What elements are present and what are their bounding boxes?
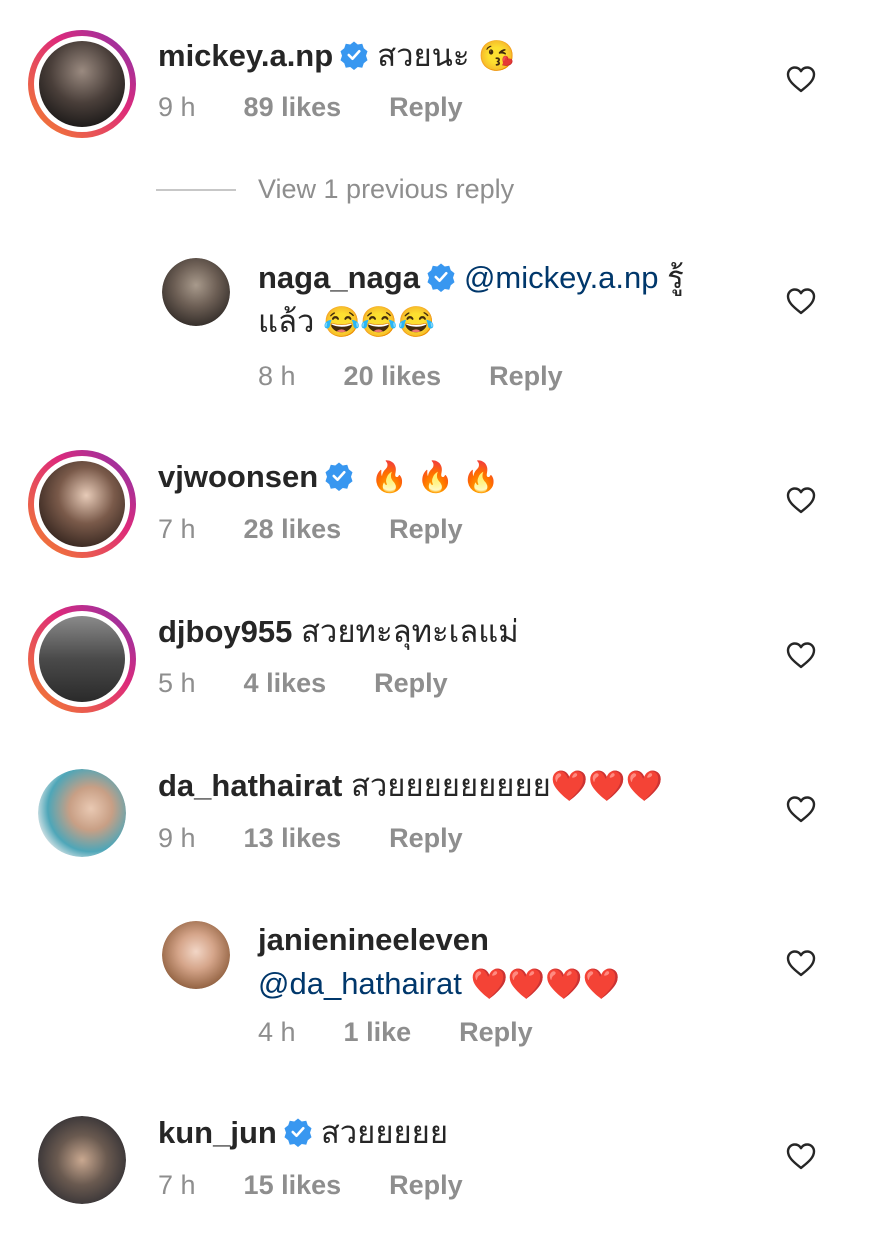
mention-link[interactable]: @da_hathairat: [258, 966, 462, 1001]
likes-count[interactable]: 20 likes: [344, 361, 442, 391]
avatar[interactable]: [38, 1116, 126, 1204]
likes-count[interactable]: 89 likes: [244, 92, 342, 122]
reply-button[interactable]: Reply: [389, 514, 463, 544]
avatar[interactable]: [28, 605, 136, 713]
verified-badge-icon: [284, 1118, 312, 1147]
comment-meta: 8 h 20 likes Reply: [258, 359, 611, 393]
username[interactable]: vjwoonsen: [158, 459, 318, 494]
comment-text: mickey.a.np สวยนะ 😘: [158, 34, 516, 79]
reply-button[interactable]: Reply: [389, 1170, 463, 1200]
comment-text: janienineeleven @da_hathairat ❤️❤️❤️❤️: [258, 918, 620, 1007]
username[interactable]: janienineeleven: [258, 922, 489, 957]
comment-text: da_hathairat สวยยยยยยยยย❤️❤️❤️: [158, 764, 663, 809]
emoji: ❤️❤️❤️: [550, 770, 663, 803]
timestamp: 7 h: [158, 514, 196, 544]
username[interactable]: da_hathairat: [158, 768, 342, 803]
heart-outline-icon[interactable]: [785, 64, 817, 94]
avatar[interactable]: [162, 258, 230, 326]
emoji: 😂😂😂: [323, 306, 436, 339]
likes-count[interactable]: 28 likes: [244, 514, 342, 544]
likes-count[interactable]: 13 likes: [244, 823, 342, 853]
likes-count[interactable]: 4 likes: [244, 668, 327, 698]
reply-button[interactable]: Reply: [389, 823, 463, 853]
username[interactable]: djboy955: [158, 614, 292, 649]
comment-meta: 4 h 1 like Reply: [258, 1015, 581, 1049]
timestamp: 9 h: [158, 823, 196, 853]
heart-outline-icon[interactable]: [785, 794, 817, 824]
comment-text: djboy955 สวยทะลุทะเลแม่: [158, 610, 519, 654]
username[interactable]: mickey.a.np: [158, 38, 333, 73]
avatar[interactable]: [162, 921, 230, 989]
avatar[interactable]: [28, 450, 136, 558]
timestamp: 5 h: [158, 668, 196, 698]
verified-badge-icon: [325, 462, 353, 491]
reply-button[interactable]: Reply: [389, 92, 463, 122]
likes-count[interactable]: 15 likes: [244, 1170, 342, 1200]
heart-outline-icon[interactable]: [785, 640, 817, 670]
username[interactable]: naga_naga: [258, 260, 420, 295]
comment-text: vjwoonsen 🔥 🔥 🔥: [158, 455, 500, 500]
comment-meta: 5 h 4 likes Reply: [158, 666, 496, 700]
timestamp: 4 h: [258, 1017, 296, 1047]
timestamp: 9 h: [158, 92, 196, 122]
comment-body: สวยยยยยยยยย: [350, 768, 551, 803]
username[interactable]: kun_jun: [158, 1115, 277, 1150]
avatar[interactable]: [38, 769, 126, 857]
reply-button[interactable]: Reply: [459, 1017, 533, 1047]
mention-link[interactable]: @mickey.a.np: [464, 260, 659, 295]
comment-body: สวยยยยย: [320, 1115, 448, 1150]
view-previous-label[interactable]: View 1 previous reply: [258, 174, 514, 205]
emoji: ❤️❤️❤️❤️: [470, 968, 620, 1001]
timestamp: 7 h: [158, 1170, 196, 1200]
comment-text: kun_jun สวยยยยย: [158, 1111, 448, 1155]
comment-meta: 7 h 28 likes Reply: [158, 512, 511, 546]
heart-outline-icon[interactable]: [785, 286, 817, 316]
comment-meta: 9 h 89 likes Reply: [158, 90, 511, 124]
verified-badge-icon: [340, 41, 368, 70]
heart-outline-icon[interactable]: [785, 1141, 817, 1171]
reply-button[interactable]: Reply: [489, 361, 563, 391]
likes-count[interactable]: 1 like: [344, 1017, 412, 1047]
divider: [156, 188, 236, 191]
reply-button[interactable]: Reply: [374, 668, 448, 698]
comment-meta: 9 h 13 likes Reply: [158, 821, 511, 855]
avatar[interactable]: [28, 30, 136, 138]
comment-meta: 7 h 15 likes Reply: [158, 1168, 511, 1202]
emoji: 😘: [478, 40, 516, 73]
emoji: 🔥 🔥 🔥: [370, 461, 500, 494]
verified-badge-icon: [427, 263, 455, 292]
heart-outline-icon[interactable]: [785, 948, 817, 978]
comment-body: สวยนะ: [377, 38, 470, 73]
comment-text: naga_naga @mickey.a.np รู้แล้ว 😂😂😂: [258, 256, 728, 345]
comment-body: สวยทะลุทะเลแม่: [301, 614, 519, 649]
view-previous-replies[interactable]: View 1 previous reply: [156, 174, 514, 205]
timestamp: 8 h: [258, 361, 296, 391]
heart-outline-icon[interactable]: [785, 485, 817, 515]
